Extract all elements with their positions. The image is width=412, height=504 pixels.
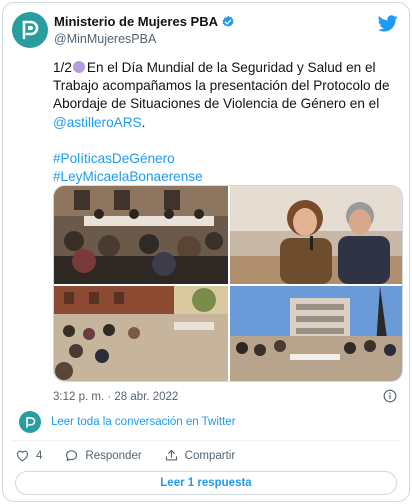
heart-icon	[16, 450, 29, 462]
tweet-actions: 4 Responder Compartir	[15, 448, 257, 463]
tweet-header: Ministerio de Mujeres PBA @MinMujeresPBA	[12, 12, 400, 54]
conversation-link[interactable]: Leer toda la conversación en Twitter	[19, 411, 236, 433]
thread-counter: 1/2	[53, 60, 72, 75]
ministry-logo-icon	[25, 416, 35, 428]
account-display-name[interactable]: Ministerio de Mujeres PBA	[54, 14, 235, 29]
hashtag-link[interactable]: #PolíticasDeGénero	[53, 150, 405, 168]
photo-3[interactable]	[54, 286, 228, 381]
like-button[interactable]: 4	[15, 448, 42, 463]
photo-4[interactable]	[230, 286, 402, 381]
ministry-logo-icon	[22, 20, 39, 40]
twitter-bird-icon[interactable]	[378, 15, 398, 32]
info-icon[interactable]	[383, 389, 397, 403]
photo-grid	[53, 185, 403, 382]
share-label: Compartir	[184, 449, 236, 462]
tweet-card: Ministerio de Mujeres PBA @MinMujeresPBA…	[2, 2, 410, 502]
reply-button[interactable]: Responder	[64, 448, 142, 463]
tweet-body: En el Día Mundial de la Seguridad y Salu…	[53, 60, 390, 112]
hashtag-link[interactable]: #LeyMicaelaBonaerense	[53, 168, 405, 186]
read-replies-button[interactable]: Leer 1 respuesta	[15, 471, 397, 495]
account-handle[interactable]: @MinMujeresPBA	[54, 32, 235, 46]
tweet-text: 1/2 En el Día Mundial de la Seguridad y S…	[53, 59, 405, 186]
share-upload-icon	[165, 449, 177, 461]
mention-link[interactable]: @astilleroARS	[53, 115, 142, 130]
photo-1[interactable]	[54, 186, 228, 284]
conversation-link-text[interactable]: Leer toda la conversación en Twitter	[51, 416, 236, 428]
reply-label: Responder	[85, 449, 142, 462]
account-avatar[interactable]	[12, 12, 48, 48]
purple-circle-emoji-icon	[72, 61, 85, 73]
like-count: 4	[36, 449, 43, 462]
divider	[12, 440, 400, 441]
share-button[interactable]: Compartir	[164, 448, 235, 463]
tweet-timestamp[interactable]: 3:12 p. m. · 28 abr. 2022	[53, 391, 178, 403]
reply-bubble-icon	[66, 450, 78, 462]
account-avatar-small	[19, 411, 41, 433]
photo-2[interactable]	[230, 186, 402, 284]
verified-badge-icon	[222, 15, 234, 27]
